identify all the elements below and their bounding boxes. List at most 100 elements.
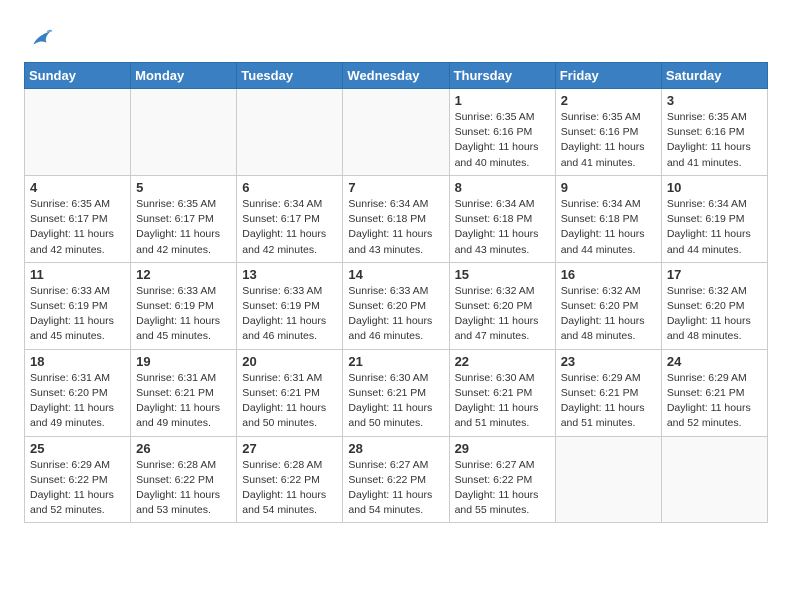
day-number: 3 [667, 93, 762, 108]
calendar-cell [555, 436, 661, 523]
logo [24, 24, 54, 52]
day-number: 29 [455, 441, 550, 456]
day-number: 19 [136, 354, 231, 369]
day-info: Sunrise: 6:29 AM Sunset: 6:21 PM Dayligh… [561, 371, 656, 432]
day-number: 14 [348, 267, 443, 282]
calendar-cell: 25 Sunrise: 6:29 AM Sunset: 6:22 PM Dayli… [25, 436, 131, 523]
calendar-cell: 19 Sunrise: 6:31 AM Sunset: 6:21 PM Dayli… [131, 349, 237, 436]
weekday-header-sunday: Sunday [25, 63, 131, 89]
weekday-header-saturday: Saturday [661, 63, 767, 89]
calendar-cell: 11Sunrise: 6:33 AM Sunset: 6:19 PM Dayli… [25, 262, 131, 349]
day-number: 15 [455, 267, 550, 282]
calendar-cell: 2 Sunrise: 6:35 AM Sunset: 6:16 PM Daylig… [555, 89, 661, 176]
calendar-cell [25, 89, 131, 176]
calendar-cell: 27 Sunrise: 6:28 AM Sunset: 6:22 PM Dayli… [237, 436, 343, 523]
calendar-cell: 14 Sunrise: 6:33 AM Sunset: 6:20 PM Dayli… [343, 262, 449, 349]
day-number: 5 [136, 180, 231, 195]
calendar-cell: 10Sunrise: 6:34 AM Sunset: 6:19 PM Dayli… [661, 175, 767, 262]
week-row-1: 1 Sunrise: 6:35 AM Sunset: 6:16 PM Daylig… [25, 89, 768, 176]
calendar-cell: 29 Sunrise: 6:27 AM Sunset: 6:22 PM Dayli… [449, 436, 555, 523]
calendar-cell: 6 Sunrise: 6:34 AM Sunset: 6:17 PM Daylig… [237, 175, 343, 262]
weekday-header-row: SundayMondayTuesdayWednesdayThursdayFrid… [25, 63, 768, 89]
day-number: 23 [561, 354, 656, 369]
day-info: Sunrise: 6:35 AM Sunset: 6:17 PM Dayligh… [30, 197, 125, 258]
day-info: Sunrise: 6:28 AM Sunset: 6:22 PM Dayligh… [136, 458, 231, 519]
day-number: 8 [455, 180, 550, 195]
calendar-cell: 16 Sunrise: 6:32 AM Sunset: 6:20 PM Dayli… [555, 262, 661, 349]
day-number: 20 [242, 354, 337, 369]
day-info: Sunrise: 6:32 AM Sunset: 6:20 PM Dayligh… [667, 284, 762, 345]
day-number: 27 [242, 441, 337, 456]
calendar-cell: 15 Sunrise: 6:32 AM Sunset: 6:20 PM Dayli… [449, 262, 555, 349]
day-number: 7 [348, 180, 443, 195]
day-number: 10 [667, 180, 762, 195]
day-number: 4 [30, 180, 125, 195]
day-number: 2 [561, 93, 656, 108]
calendar-cell: 24 Sunrise: 6:29 AM Sunset: 6:21 PM Dayli… [661, 349, 767, 436]
calendar-cell: 5 Sunrise: 6:35 AM Sunset: 6:17 PM Daylig… [131, 175, 237, 262]
calendar-cell: 8 Sunrise: 6:34 AM Sunset: 6:18 PM Daylig… [449, 175, 555, 262]
day-info: Sunrise: 6:30 AM Sunset: 6:21 PM Dayligh… [348, 371, 443, 432]
calendar-cell: 4 Sunrise: 6:35 AM Sunset: 6:17 PM Daylig… [25, 175, 131, 262]
day-info: Sunrise: 6:27 AM Sunset: 6:22 PM Dayligh… [455, 458, 550, 519]
day-info: Sunrise: 6:33 AM Sunset: 6:19 PM Dayligh… [136, 284, 231, 345]
day-info: Sunrise: 6:33 AM Sunset: 6:19 PM Dayligh… [30, 284, 125, 345]
calendar-cell: 18 Sunrise: 6:31 AM Sunset: 6:20 PM Dayli… [25, 349, 131, 436]
weekday-header-wednesday: Wednesday [343, 63, 449, 89]
calendar-cell: 22 Sunrise: 6:30 AM Sunset: 6:21 PM Dayli… [449, 349, 555, 436]
day-number: 17 [667, 267, 762, 282]
day-number: 26 [136, 441, 231, 456]
calendar-cell: 17 Sunrise: 6:32 AM Sunset: 6:20 PM Dayli… [661, 262, 767, 349]
day-info: Sunrise: 6:34 AM Sunset: 6:17 PM Dayligh… [242, 197, 337, 258]
calendar-cell: 23 Sunrise: 6:29 AM Sunset: 6:21 PM Dayli… [555, 349, 661, 436]
day-number: 16 [561, 267, 656, 282]
calendar-cell: 9Sunrise: 6:34 AM Sunset: 6:18 PM Daylig… [555, 175, 661, 262]
day-info: Sunrise: 6:31 AM Sunset: 6:21 PM Dayligh… [242, 371, 337, 432]
header [24, 20, 768, 52]
day-number: 13 [242, 267, 337, 282]
day-info: Sunrise: 6:35 AM Sunset: 6:16 PM Dayligh… [667, 110, 762, 171]
day-info: Sunrise: 6:31 AM Sunset: 6:20 PM Dayligh… [30, 371, 125, 432]
calendar-cell: 21 Sunrise: 6:30 AM Sunset: 6:21 PM Dayli… [343, 349, 449, 436]
day-number: 22 [455, 354, 550, 369]
day-info: Sunrise: 6:35 AM Sunset: 6:16 PM Dayligh… [455, 110, 550, 171]
day-number: 25 [30, 441, 125, 456]
week-row-4: 18 Sunrise: 6:31 AM Sunset: 6:20 PM Dayli… [25, 349, 768, 436]
day-info: Sunrise: 6:34 AM Sunset: 6:18 PM Dayligh… [455, 197, 550, 258]
day-info: Sunrise: 6:32 AM Sunset: 6:20 PM Dayligh… [455, 284, 550, 345]
week-row-3: 11Sunrise: 6:33 AM Sunset: 6:19 PM Dayli… [25, 262, 768, 349]
day-info: Sunrise: 6:34 AM Sunset: 6:18 PM Dayligh… [348, 197, 443, 258]
day-info: Sunrise: 6:31 AM Sunset: 6:21 PM Dayligh… [136, 371, 231, 432]
day-number: 12 [136, 267, 231, 282]
day-info: Sunrise: 6:29 AM Sunset: 6:22 PM Dayligh… [30, 458, 125, 519]
day-number: 9 [561, 180, 656, 195]
day-info: Sunrise: 6:35 AM Sunset: 6:17 PM Dayligh… [136, 197, 231, 258]
logo-bird-icon [26, 24, 54, 52]
day-info: Sunrise: 6:27 AM Sunset: 6:22 PM Dayligh… [348, 458, 443, 519]
day-number: 28 [348, 441, 443, 456]
calendar-table: SundayMondayTuesdayWednesdayThursdayFrid… [24, 62, 768, 523]
day-info: Sunrise: 6:30 AM Sunset: 6:21 PM Dayligh… [455, 371, 550, 432]
day-number: 1 [455, 93, 550, 108]
day-number: 6 [242, 180, 337, 195]
calendar-cell: 20 Sunrise: 6:31 AM Sunset: 6:21 PM Dayli… [237, 349, 343, 436]
day-info: Sunrise: 6:28 AM Sunset: 6:22 PM Dayligh… [242, 458, 337, 519]
day-info: Sunrise: 6:33 AM Sunset: 6:19 PM Dayligh… [242, 284, 337, 345]
day-info: Sunrise: 6:35 AM Sunset: 6:16 PM Dayligh… [561, 110, 656, 171]
calendar-cell: 12 Sunrise: 6:33 AM Sunset: 6:19 PM Dayli… [131, 262, 237, 349]
day-number: 18 [30, 354, 125, 369]
calendar-cell: 7 Sunrise: 6:34 AM Sunset: 6:18 PM Daylig… [343, 175, 449, 262]
calendar-cell: 28 Sunrise: 6:27 AM Sunset: 6:22 PM Dayli… [343, 436, 449, 523]
week-row-5: 25 Sunrise: 6:29 AM Sunset: 6:22 PM Dayli… [25, 436, 768, 523]
day-number: 24 [667, 354, 762, 369]
calendar-cell [661, 436, 767, 523]
calendar-cell [237, 89, 343, 176]
day-number: 21 [348, 354, 443, 369]
day-info: Sunrise: 6:33 AM Sunset: 6:20 PM Dayligh… [348, 284, 443, 345]
weekday-header-monday: Monday [131, 63, 237, 89]
day-info: Sunrise: 6:32 AM Sunset: 6:20 PM Dayligh… [561, 284, 656, 345]
calendar-cell: 3 Sunrise: 6:35 AM Sunset: 6:16 PM Daylig… [661, 89, 767, 176]
weekday-header-tuesday: Tuesday [237, 63, 343, 89]
day-info: Sunrise: 6:29 AM Sunset: 6:21 PM Dayligh… [667, 371, 762, 432]
calendar-cell: 26 Sunrise: 6:28 AM Sunset: 6:22 PM Dayli… [131, 436, 237, 523]
